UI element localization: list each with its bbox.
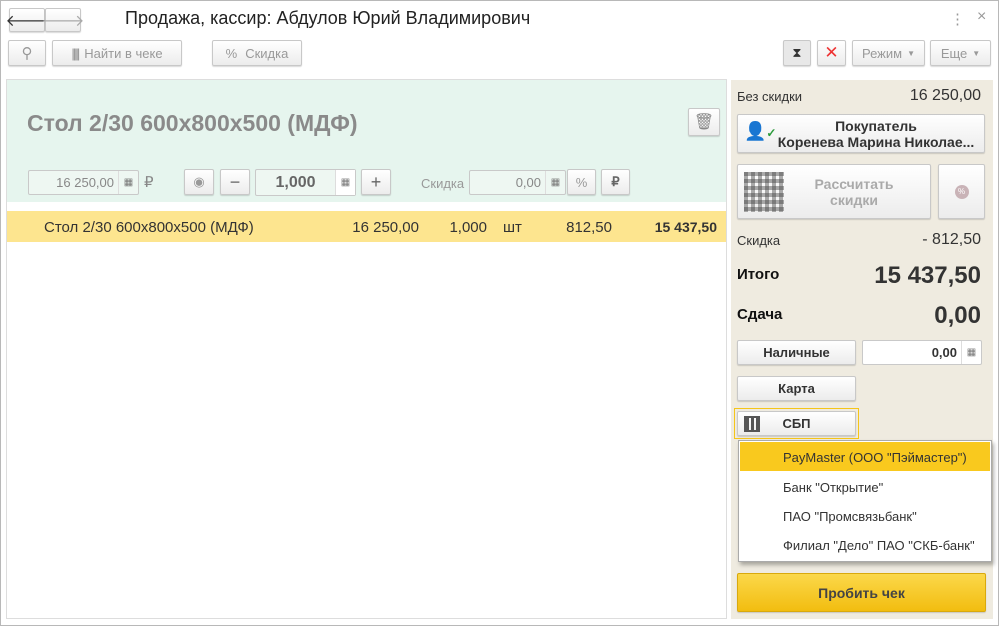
menu-item-skb[interactable]: Филиал "Дело" ПАО "СКБ-банк": [739, 530, 991, 559]
discount-label: Скидка: [245, 45, 289, 61]
print-receipt-label: Пробить чек: [818, 584, 905, 601]
line-name: Стол 2/30 600x800x500 (МДФ): [44, 219, 254, 236]
eye-icon: ◉: [193, 174, 205, 189]
card-button[interactable]: Карта: [737, 376, 856, 401]
percent-icon: %: [575, 174, 588, 190]
back-button[interactable]: 🡐: [6, 8, 48, 32]
cash-button[interactable]: Наличные: [737, 340, 856, 365]
no-discount-label: Без скидки: [737, 89, 803, 104]
cash-amount-value: 0,00: [931, 345, 957, 360]
line-price: 16 250,00: [352, 219, 419, 236]
barcode-icon: |||||: [71, 45, 80, 61]
calculate-discounts-button[interactable]: Рассчитать скидки: [737, 164, 931, 219]
ruble-icon: ₽: [611, 174, 620, 189]
menu-item-otkritie[interactable]: Банк "Открытие": [739, 472, 991, 501]
buyer-name: Коренева Марина Николае...: [777, 133, 975, 150]
x-icon: ✕: [824, 43, 839, 62]
more-icon[interactable]: ⋮: [950, 10, 965, 28]
hourglass-icon: ⧗: [792, 45, 802, 60]
percent-icon: %: [225, 45, 238, 61]
discount-label: Скидка: [421, 176, 465, 191]
total-value: 15 437,50: [874, 262, 981, 289]
close-icon[interactable]: ×: [977, 8, 986, 26]
percent-circle-icon: %: [954, 184, 969, 199]
line-discount: 812,50: [566, 219, 612, 236]
buyer-label: Покупатель: [835, 117, 917, 134]
round-discount-button[interactable]: %: [938, 164, 985, 219]
summary-discount-value: - 812,50: [922, 231, 981, 248]
discount-field[interactable]: 0,00 ▦: [469, 170, 566, 195]
chevron-down-icon: ▼: [907, 48, 915, 58]
calculator-icon[interactable]: ▦: [545, 171, 565, 194]
quantity-value: 1,000: [275, 173, 316, 191]
find-in-receipt-button[interactable]: ||||| Найти в чеке: [52, 40, 182, 66]
line-total: 15 437,50: [654, 219, 717, 235]
view-button[interactable]: ◉: [184, 169, 214, 195]
mode-label: Режим: [861, 45, 903, 61]
calc-discounts-label: Рассчитать скидки: [814, 175, 894, 208]
qr-code-icon: [744, 172, 784, 212]
card-label: Карта: [778, 381, 815, 396]
calculator-icon[interactable]: ▦: [118, 171, 138, 194]
currency-label: ₽: [144, 174, 154, 191]
increase-button[interactable]: +: [361, 169, 391, 195]
summary-discount-label: Скидка: [737, 233, 781, 248]
buyer-button[interactable]: 👤✓ Покупатель Коренева Марина Николае...: [737, 114, 985, 153]
sbp-dropdown-menu: PayMaster (ООО "Пэймастер") Банк "Открыт…: [738, 440, 992, 562]
product-title: Стол 2/30 600x800x500 (МДФ): [27, 110, 358, 136]
cash-amount-field[interactable]: 0,00 ▦: [862, 340, 982, 365]
total-label: Итого: [737, 266, 780, 283]
qr-code-icon: [744, 416, 760, 432]
discount-value: 0,00: [515, 175, 541, 190]
change-label: Сдача: [737, 306, 783, 323]
mode-button[interactable]: Режим ▼: [852, 40, 925, 66]
ruble-button[interactable]: ₽: [601, 169, 630, 195]
menu-item-paymaster[interactable]: PayMaster (ООО "Пэймастер"): [740, 442, 990, 471]
no-discount-value: 16 250,00: [909, 87, 981, 104]
line-unit: шт: [503, 219, 522, 236]
print-receipt-button[interactable]: Пробить чек: [737, 573, 986, 612]
minus-icon: −: [229, 171, 241, 192]
sbp-label: СБП: [782, 416, 811, 431]
quantity-field[interactable]: 1,000 ▦: [255, 169, 356, 196]
plus-icon: +: [370, 171, 382, 192]
find-label: Найти в чеке: [84, 45, 163, 61]
line-qty: 1,000: [449, 219, 487, 236]
menu-item-psb[interactable]: ПАО "Промсвязьбанк": [739, 501, 991, 530]
search-button[interactable]: ⚲: [8, 40, 46, 66]
decrease-button[interactable]: −: [220, 169, 250, 195]
table-row[interactable]: Стол 2/30 600x800x500 (МДФ) 16 250,00 1,…: [7, 211, 726, 242]
trash-icon: 🗑: [693, 114, 715, 131]
price-field[interactable]: 16 250,00 ▦: [28, 170, 139, 195]
sbp-button[interactable]: СБП: [737, 411, 856, 436]
discount-button[interactable]: % Скидка: [212, 40, 302, 66]
calculator-icon[interactable]: ▦: [335, 170, 355, 195]
calculator-icon[interactable]: ▦: [961, 341, 981, 364]
more-button[interactable]: Еще ▼: [930, 40, 991, 66]
delete-button[interactable]: 🗑: [688, 108, 720, 136]
more-label: Еще: [940, 45, 968, 61]
arrow-right-icon: 🡒: [41, 12, 85, 30]
window-title: Продажа, кассир: Абдулов Юрий Владимиров…: [125, 8, 531, 28]
cash-label: Наличные: [763, 345, 830, 360]
percent-button[interactable]: %: [567, 169, 596, 195]
forward-button[interactable]: 🡒: [42, 8, 84, 32]
price-value: 16 250,00: [56, 175, 114, 190]
search-icon: ⚲: [21, 45, 33, 62]
user-check-icon: 👤✓: [744, 121, 777, 141]
cancel-button[interactable]: ✕: [817, 40, 846, 66]
chevron-down-icon: ▼: [972, 48, 981, 58]
change-value: 0,00: [934, 302, 981, 329]
hourglass-button[interactable]: ⧗: [783, 40, 811, 66]
